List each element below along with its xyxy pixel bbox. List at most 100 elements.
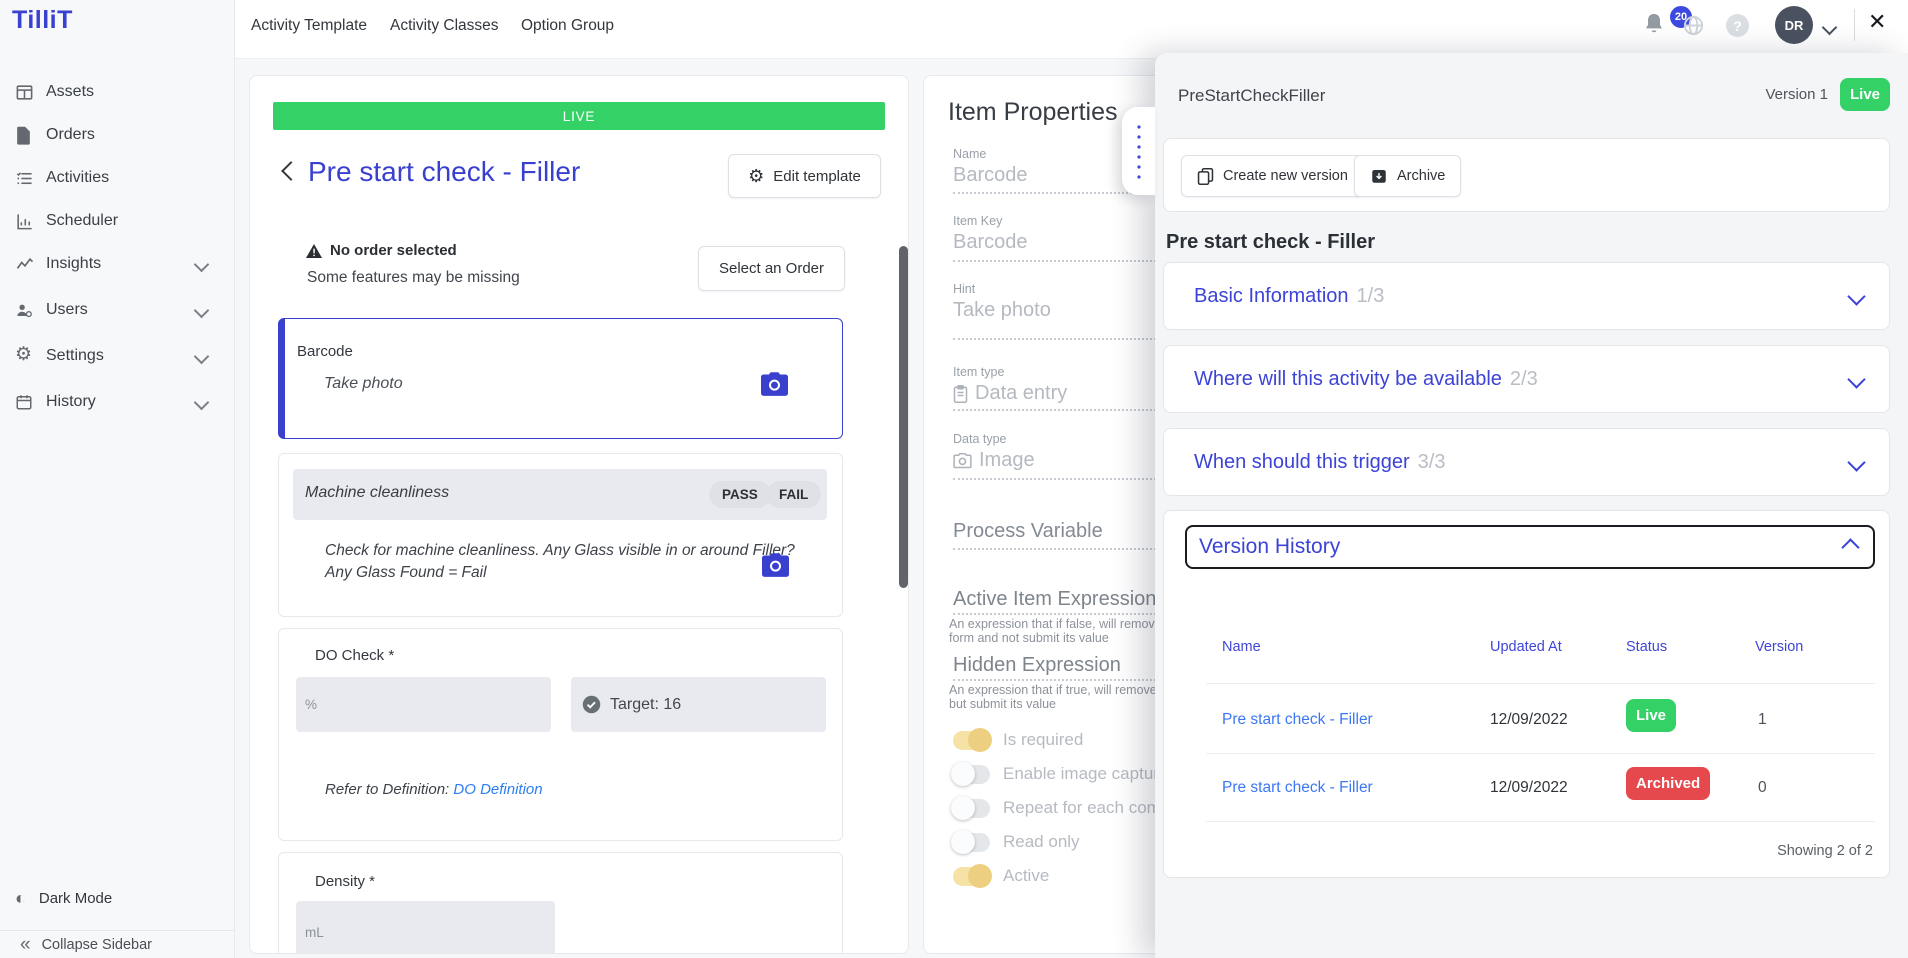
drawer-activity-heading: Pre start check - Filler	[1166, 231, 1375, 254]
sidebar-item-insights[interactable]: Insights	[0, 247, 234, 283]
create-new-version-button[interactable]: Create new version	[1181, 155, 1364, 197]
hint-field[interactable]: Hint Take photo	[953, 282, 1168, 322]
help-icon[interactable]: ?	[1726, 14, 1749, 37]
field-underline	[953, 679, 1184, 681]
chevron-down-icon	[194, 349, 210, 365]
drawer-actions-card: Create new version Archive	[1163, 138, 1890, 212]
column-header-name[interactable]: Name	[1222, 639, 1261, 655]
version-row-date: 12/09/2022	[1490, 779, 1568, 797]
dark-mode-toggle[interactable]: ◐ Dark Mode	[15, 888, 112, 909]
sidebar-item-label: Assets	[46, 83, 94, 101]
gear-icon: ⚙	[15, 345, 35, 365]
toggle-row-enable-image-capture: Enable image capture	[953, 762, 1168, 786]
double-chevron-left-icon: «	[20, 934, 29, 956]
barcode-item-card[interactable]: Barcode Take photo	[278, 318, 843, 439]
sidebar-item-users[interactable]: Users	[0, 293, 234, 329]
grid-icon	[15, 83, 35, 103]
sidebar-item-settings[interactable]: ⚙ Settings	[0, 339, 234, 375]
sidebar-item-orders[interactable]: Orders	[0, 118, 234, 154]
table-divider	[1206, 821, 1875, 822]
is-required-toggle[interactable]	[953, 731, 990, 750]
pass-button[interactable]: PASS	[709, 481, 771, 508]
tab-activity-template[interactable]: Activity Template	[251, 17, 367, 35]
vertical-scrollbar[interactable]	[899, 246, 908, 588]
data-type-field[interactable]: Data type Image	[953, 432, 1168, 472]
do-definition-link[interactable]: DO Definition	[453, 781, 542, 798]
density-value-input[interactable]: mL	[296, 901, 555, 954]
active-toggle[interactable]	[953, 867, 990, 886]
barcode-item-hint: Take photo	[324, 375, 403, 393]
sidebar-item-label: Scheduler	[46, 212, 118, 230]
item-key-field[interactable]: Item Key Barcode	[953, 214, 1168, 254]
read-only-toggle[interactable]	[953, 833, 990, 852]
do-check-unit-placeholder: %	[305, 697, 317, 712]
toggle-row-active: Active	[953, 864, 1049, 888]
version-history-header[interactable]: Version History	[1185, 525, 1875, 569]
version-row-link[interactable]: Pre start check - Filler	[1222, 711, 1373, 729]
version-row-number: 0	[1758, 779, 1767, 797]
do-check-value-input[interactable]: %	[296, 677, 551, 732]
accordion-when-trigger[interactable]: When should this trigger 3/3	[1163, 428, 1890, 496]
density-item-card[interactable]: Density * mL	[278, 852, 843, 954]
sidebar-item-scheduler[interactable]: Scheduler	[0, 204, 234, 240]
sidebar-item-history[interactable]: History	[0, 385, 234, 421]
close-icon[interactable]: ✕	[1868, 9, 1886, 35]
warning-row: No order selected	[306, 242, 457, 259]
top-navbar: Activity Template Activity Classes Optio…	[234, 0, 1908, 59]
machine-description-line1: Check for machine cleanliness. Any Glass…	[325, 542, 795, 560]
column-header-updated-at[interactable]: Updated At	[1490, 639, 1562, 655]
hidden-expression-help-line2: but submit its value	[949, 697, 1056, 711]
machine-cleanliness-item-card[interactable]: Machine cleanliness PASS FAIL Check for …	[278, 453, 843, 617]
tab-option-group[interactable]: Option Group	[521, 17, 614, 35]
do-check-item-card[interactable]: DO Check * % Target: 16 Refer to Definit…	[278, 628, 843, 841]
field-underline	[953, 409, 1184, 411]
collapse-sidebar-button[interactable]: « Collapse Sidebar	[20, 934, 152, 956]
warning-subtitle: Some features may be missing	[307, 269, 520, 287]
globe-icon[interactable]	[1682, 14, 1705, 37]
sidebar-item-assets[interactable]: Assets	[0, 75, 234, 111]
active-expression-help-line1: An expression that if false, will remove…	[949, 617, 1185, 631]
repeat-for-each-component-toggle[interactable]	[953, 799, 990, 818]
sidebar-divider	[0, 930, 234, 931]
edit-template-button[interactable]: ⚙ Edit template	[728, 154, 881, 198]
archive-icon	[1370, 167, 1388, 185]
sidebar-item-label: Settings	[46, 347, 104, 365]
active-item-expression-field[interactable]: Active Item Expression	[953, 588, 1156, 611]
hidden-expression-field[interactable]: Hidden Expression	[953, 654, 1121, 677]
live-status-banner: LIVE	[273, 102, 885, 130]
camera-capture-icon[interactable]	[761, 372, 788, 396]
drawer-drag-handle[interactable]	[1122, 107, 1155, 195]
field-underline	[953, 260, 1184, 262]
chevron-down-icon	[194, 395, 210, 411]
column-header-status[interactable]: Status	[1626, 639, 1667, 655]
sidebar-item-label: Insights	[46, 255, 101, 273]
item-type-field[interactable]: Item type Data entry	[953, 365, 1168, 405]
select-order-button[interactable]: Select an Order	[698, 246, 845, 291]
accordion-basic-information[interactable]: Basic Information 1/3	[1163, 262, 1890, 330]
toggle-row-is-required: Is required	[953, 728, 1083, 752]
do-check-target-field[interactable]: Target: 16	[571, 677, 826, 732]
camera-capture-icon[interactable]	[762, 553, 789, 577]
drag-dots-icon	[1137, 122, 1141, 180]
tab-activity-classes[interactable]: Activity Classes	[390, 17, 499, 35]
version-label: Version 1	[1765, 86, 1828, 103]
archive-button[interactable]: Archive	[1354, 155, 1461, 197]
fail-button[interactable]: FAIL	[766, 481, 821, 508]
enable-image-capture-toggle[interactable]	[953, 765, 990, 784]
chevron-down-icon	[1847, 287, 1865, 305]
back-chevron-icon[interactable]	[281, 161, 301, 181]
column-header-version[interactable]: Version	[1755, 639, 1803, 655]
avatar-chevron-down-icon[interactable]	[1822, 20, 1838, 36]
warning-triangle-icon	[306, 244, 322, 258]
toggle-row-repeat-each-component: Repeat for each component	[953, 796, 1185, 820]
template-preview-panel: LIVE Pre start check - Filler ⚙ Edit tem…	[249, 75, 909, 954]
avatar[interactable]: DR	[1775, 6, 1813, 44]
process-variable-field[interactable]: Process Variable	[953, 520, 1103, 543]
notifications-bell-icon[interactable]	[1642, 12, 1666, 38]
version-row-status-badge: Archived	[1626, 767, 1710, 800]
accordion-where-available[interactable]: Where will this activity be available 2/…	[1163, 345, 1890, 413]
chevron-down-icon	[1847, 370, 1865, 388]
version-row-link[interactable]: Pre start check - Filler	[1222, 779, 1373, 797]
sidebar-item-activities[interactable]: Activities	[0, 161, 234, 197]
item-properties-panel: Item Properties Name Barcode Item Key Ba…	[923, 75, 1185, 954]
